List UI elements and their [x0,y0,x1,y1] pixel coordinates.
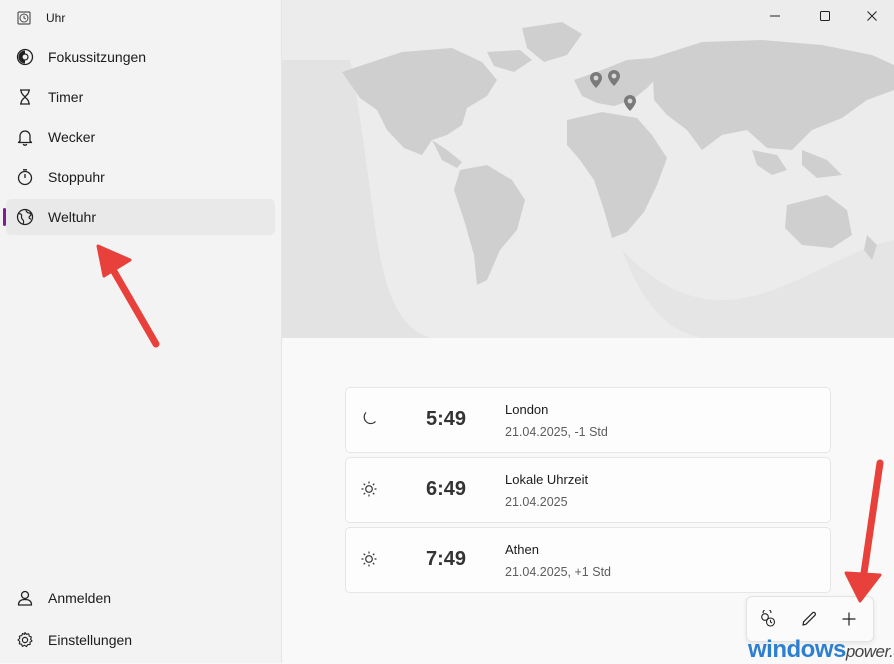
watermark-suffix: power.de [845,642,894,661]
clock-card-athen[interactable]: 7:49 Athen 21.04.2025, +1 Std [345,527,831,593]
clock-date: 21.04.2025 [505,495,568,509]
add-icon [842,612,856,626]
compare-icon [761,610,776,627]
focus-icon [15,47,35,67]
nav-item-weltuhr[interactable]: Weltuhr [3,199,275,235]
nav-item-einstellungen[interactable]: Einstellungen [6,622,275,658]
nav-item-label: Wecker [48,129,96,145]
add-clock-button[interactable] [837,607,861,631]
clock-city: Lokale Uhrzeit [505,472,589,487]
minimize-button[interactable] [755,0,795,32]
nav-item-label: Anmelden [48,590,112,606]
gear-icon [15,630,35,650]
nav-item-label: Timer [48,89,84,105]
clock-time: 6:49 [425,478,467,500]
clock-card-local[interactable]: 6:49 Lokale Uhrzeit 21.04.2025 [345,457,831,523]
watermark-logo: windowspower.de [748,636,894,664]
nav-item-stoppuhr[interactable]: Stoppuhr [6,159,275,195]
clock-app-icon [17,11,31,25]
app-title-bar: Uhr [16,10,65,26]
close-icon [867,11,877,21]
nav-item-timer[interactable]: Timer [6,79,275,115]
world-map [282,0,894,338]
close-button[interactable] [852,0,892,32]
edit-button[interactable] [797,607,821,631]
main-content: 5:49 London 21.04.2025, -1 Std 6:49 Loka… [282,0,894,663]
moon-icon [363,412,376,425]
maximize-button[interactable] [805,0,845,32]
clock-date: 21.04.2025, +1 Std [505,565,611,579]
globe-icon [15,207,35,227]
hourglass-icon [15,87,35,107]
nav-item-label: Stoppuhr [48,169,105,185]
sun-icon [361,551,377,567]
sidebar: Uhr Fokussitzungen Timer Wecker Stoppuhr… [0,0,282,663]
map-pin-athen[interactable] [624,95,636,111]
clock-city: London [505,402,549,417]
watermark-main: windows [748,636,846,663]
clock-date: 21.04.2025, -1 Std [505,425,608,439]
sun-icon [361,481,377,497]
nav-item-label: Weltuhr [48,209,96,225]
clock-card-london[interactable]: 5:49 London 21.04.2025, -1 Std [345,387,831,453]
nav-item-wecker[interactable]: Wecker [6,119,275,155]
clock-time: 7:49 [425,548,467,570]
nav-item-label: Fokussitzungen [48,49,147,65]
app-title: Uhr [46,11,66,25]
person-icon [15,588,35,608]
nav-item-fokussitzungen[interactable]: Fokussitzungen [6,39,275,75]
stopwatch-icon [15,167,35,187]
clock-time: 5:49 [425,408,467,430]
clock-city: Athen [505,542,539,557]
compare-button[interactable] [756,607,780,631]
maximize-icon [820,11,830,21]
minimize-icon [770,15,780,17]
nav-item-label: Einstellungen [48,632,133,648]
edit-icon [802,611,816,626]
nav-item-anmelden[interactable]: Anmelden [6,580,275,616]
active-indicator [3,208,6,226]
bell-icon [15,127,35,147]
